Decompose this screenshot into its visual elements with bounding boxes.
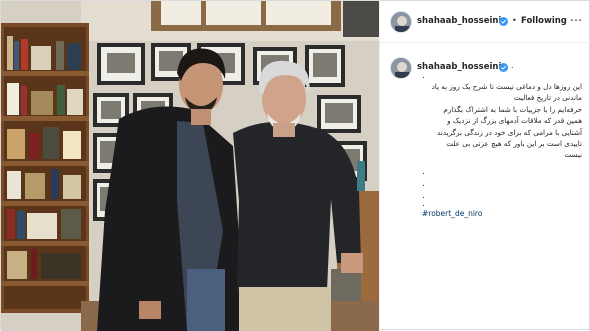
caption-line: همین قدر که ملاقات آدمهای بزرگ از نزدیک … [447, 116, 582, 126]
verified-badge-icon [499, 17, 508, 26]
caption-line: ماندنی در تاریخ فعالیت [513, 93, 582, 103]
follow-separator: • [512, 16, 517, 25]
caption-dot: . [422, 179, 425, 189]
more-options-icon[interactable]: ⋯ [569, 13, 583, 27]
post-photo[interactable] [1, 1, 379, 331]
caption-avatar[interactable] [390, 57, 412, 79]
caption-line: این روزها دل و دماغی نیست تا شرح یک روز … [431, 82, 582, 91]
caption-line: تاییدی است بر این باور که هیچ عزتی بی عل… [446, 139, 582, 149]
caption-dot: . [422, 167, 425, 177]
profile-photo-icon [391, 58, 411, 78]
caption-username[interactable]: shahaab_hosseini [417, 62, 501, 72]
caption-dot: . [422, 199, 425, 209]
following-button[interactable]: Following [521, 16, 567, 26]
caption-line: نیست [564, 150, 582, 160]
caption-line: حرفه‌ایم را با جزییات با شما به اشتراک ب… [443, 104, 582, 114]
post-header: shahaab_hosseini • Following ⋯ [380, 1, 590, 43]
caption-dot: . [511, 61, 514, 70]
hashtag-link[interactable]: #robert_de_niro [422, 209, 482, 218]
caption-dot: . [422, 71, 425, 81]
caption-line: آشنایی با مرامی که برای خود در زندگی برگ… [437, 127, 582, 137]
author-avatar[interactable] [390, 11, 412, 33]
photo-scene [1, 1, 379, 331]
verified-badge-icon [499, 63, 508, 72]
instagram-post: shahaab_hosseini • Following ⋯ shahaab_h… [0, 0, 590, 331]
author-username[interactable]: shahaab_hosseini [417, 16, 501, 26]
profile-photo-icon [391, 12, 411, 32]
caption-text: این روزها دل و دماغی نیست تا شرح یک روز … [410, 81, 582, 161]
post-sidebar: shahaab_hosseini • Following ⋯ shahaab_h… [379, 1, 590, 331]
